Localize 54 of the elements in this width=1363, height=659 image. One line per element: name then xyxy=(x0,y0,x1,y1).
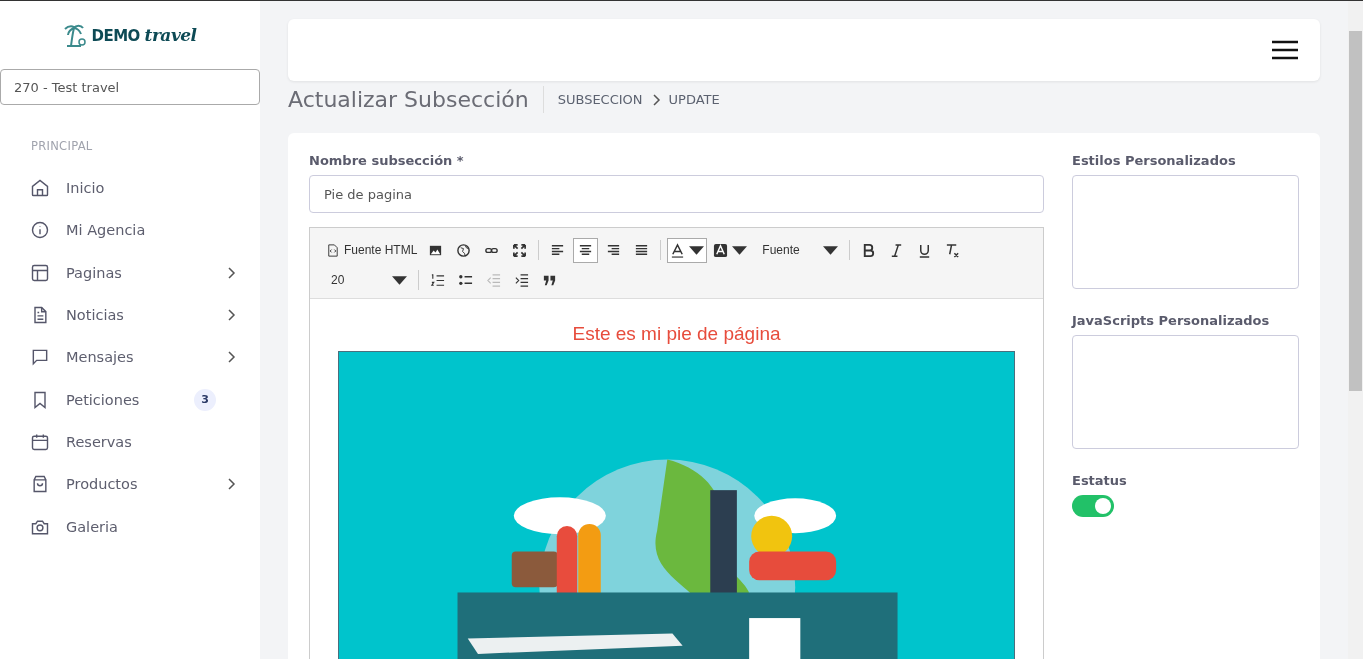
chevron-right-icon xyxy=(226,309,236,322)
chevron-right-icon xyxy=(226,478,236,491)
outdent-icon xyxy=(486,272,501,288)
status-toggle[interactable] xyxy=(1072,495,1114,517)
page-title: Actualizar Subsección xyxy=(288,86,544,113)
name-field[interactable]: Pie de pagina xyxy=(309,175,1044,213)
info-icon xyxy=(30,220,50,241)
content-heading: Este es mi pie de página xyxy=(571,323,782,345)
breadcrumb-item[interactable]: SUBSECCION xyxy=(557,92,643,107)
underlined-letter-icon xyxy=(670,242,686,258)
justify-icon xyxy=(634,242,650,258)
agency-select[interactable]: 270 - Test travel xyxy=(0,69,260,105)
chevron-right-icon xyxy=(226,266,236,279)
nav-item[interactable]: Reservas xyxy=(0,420,260,464)
letter-square-icon xyxy=(713,242,729,258)
breadcrumb-item: UPDATE xyxy=(668,92,720,107)
field-label: Estatus xyxy=(1072,473,1128,488)
scrollbar-thumb[interactable] xyxy=(1349,31,1362,391)
globe-icon xyxy=(456,242,472,258)
count-badge: 3 xyxy=(194,388,216,411)
chevron-right-icon xyxy=(650,93,661,106)
layout-icon xyxy=(30,262,50,283)
menu-icon[interactable] xyxy=(1272,40,1298,60)
align-center-icon xyxy=(578,242,594,258)
numbered-list-icon xyxy=(430,272,445,288)
nav-item[interactable]: Mensajes xyxy=(0,336,260,379)
align-left-icon xyxy=(550,242,566,258)
indent-icon xyxy=(514,272,529,288)
nav-item[interactable]: Noticias xyxy=(0,293,260,337)
align-right-icon xyxy=(606,242,622,258)
bullet-list-icon xyxy=(458,272,473,288)
dropdown[interactable]: Fuente xyxy=(753,237,844,263)
align-center-button[interactable] xyxy=(573,237,599,263)
nav-item[interactable]: Productos xyxy=(0,463,260,506)
field-label: Nombre subsección * xyxy=(309,153,465,168)
nav-item[interactable]: Inicio xyxy=(0,167,260,210)
logo-text: DEMO travel xyxy=(91,25,197,45)
dropdown[interactable]: 20 xyxy=(322,267,412,293)
bag-icon xyxy=(30,474,50,495)
clear-format-icon xyxy=(945,242,961,258)
nav-item[interactable]: Paginas xyxy=(0,251,260,294)
field-label: JavaScripts Personalizados xyxy=(1072,313,1271,328)
code-file-icon xyxy=(325,242,340,258)
field-label: Estilos Personalizados xyxy=(1072,153,1237,168)
nav-item[interactable]: Peticiones 3 xyxy=(0,378,260,421)
nav-item[interactable]: Mi Agencia xyxy=(0,209,260,252)
chevron-right-icon xyxy=(226,351,236,364)
nav-item[interactable]: Galeria xyxy=(0,505,260,548)
bold-icon xyxy=(861,242,877,258)
home-icon xyxy=(30,178,50,199)
section-label: PRINCIPAL xyxy=(30,138,94,155)
text-color-button[interactable] xyxy=(667,237,708,263)
expand-arrows-icon xyxy=(512,242,528,258)
source-button[interactable]: Fuente HTML xyxy=(322,237,421,263)
